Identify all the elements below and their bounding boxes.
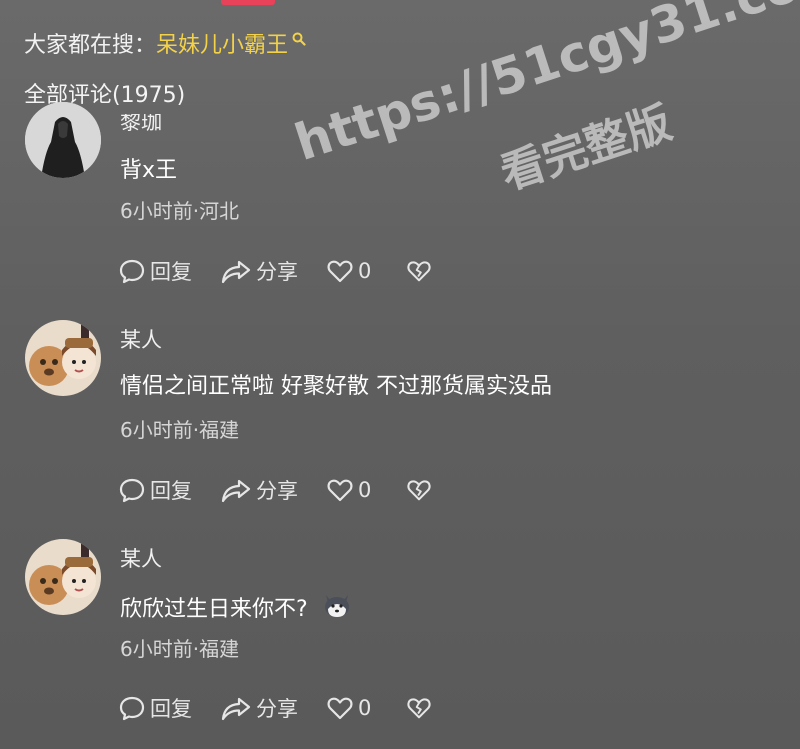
comment-meta: 6小时前·福建: [120, 637, 240, 661]
comment-text: 背x王: [120, 158, 178, 183]
share-button[interactable]: 分享: [220, 256, 326, 286]
comment-text: 情侣之间正常啦 好聚好散 不过那货属实没品: [120, 374, 552, 399]
like-button[interactable]: 0: [326, 257, 406, 285]
avatar[interactable]: [25, 320, 101, 396]
comment-username[interactable]: 黎珈: [120, 114, 162, 132]
share-label: 分享: [256, 479, 298, 503]
share-label: 分享: [256, 697, 298, 721]
comment-username[interactable]: 某人: [120, 326, 162, 354]
comment-list: 黎珈 背x王 6小时前·河北 回复 分享 0 某人 情侣之间正常啦 好聚好散 不…: [0, 0, 800, 749]
reply-label: 回复: [150, 260, 192, 284]
like-button[interactable]: 0: [326, 476, 406, 504]
share-button[interactable]: 分享: [220, 693, 326, 723]
like-count: 0: [358, 696, 372, 720]
share-arrow-icon: [221, 479, 251, 503]
share-label: 分享: [256, 260, 298, 284]
avatar-image: [25, 102, 101, 178]
comment-actions: 回复 分享 0: [118, 693, 436, 723]
comment-username[interactable]: 某人: [120, 545, 162, 573]
reply-button[interactable]: 回复: [118, 693, 220, 723]
speech-bubble-icon: [119, 478, 145, 503]
share-arrow-icon: [221, 260, 251, 284]
broken-heart-icon: [407, 261, 431, 282]
like-count: 0: [358, 478, 372, 502]
like-button[interactable]: 0: [326, 694, 406, 722]
comment-text: 欣欣过生日来你不?: [120, 596, 308, 622]
dislike-button[interactable]: [406, 257, 436, 285]
comment-meta: 6小时前·福建: [120, 418, 240, 442]
heart-icon: [327, 479, 353, 502]
reply-button[interactable]: 回复: [118, 475, 220, 505]
broken-heart-icon: [407, 480, 431, 501]
like-count: 0: [358, 259, 372, 283]
dislike-button[interactable]: [406, 476, 436, 504]
reply-label: 回复: [150, 479, 192, 503]
heart-icon: [327, 260, 353, 283]
husky-emoji: [322, 591, 352, 628]
reply-label: 回复: [150, 697, 192, 721]
comment-content: 欣欣过生日来你不?: [120, 591, 352, 628]
avatar[interactable]: [25, 539, 101, 615]
share-arrow-icon: [221, 697, 251, 721]
comment-meta: 6小时前·河北: [120, 199, 240, 223]
comment-actions: 回复 分享 0: [118, 475, 436, 505]
heart-icon: [327, 697, 353, 720]
dislike-button[interactable]: [406, 694, 436, 722]
speech-bubble-icon: [119, 696, 145, 721]
reply-button[interactable]: 回复: [118, 256, 220, 286]
comment-content: 背x王: [120, 156, 177, 186]
avatar-image: [25, 320, 101, 396]
comment-content: 情侣之间正常啦 好聚好散 不过那货属实没品: [120, 372, 552, 402]
speech-bubble-icon: [119, 259, 145, 284]
comment-actions: 回复 分享 0: [118, 256, 436, 286]
avatar-image: [25, 539, 101, 615]
broken-heart-icon: [407, 698, 431, 719]
share-button[interactable]: 分享: [220, 475, 326, 505]
avatar[interactable]: [25, 102, 101, 178]
